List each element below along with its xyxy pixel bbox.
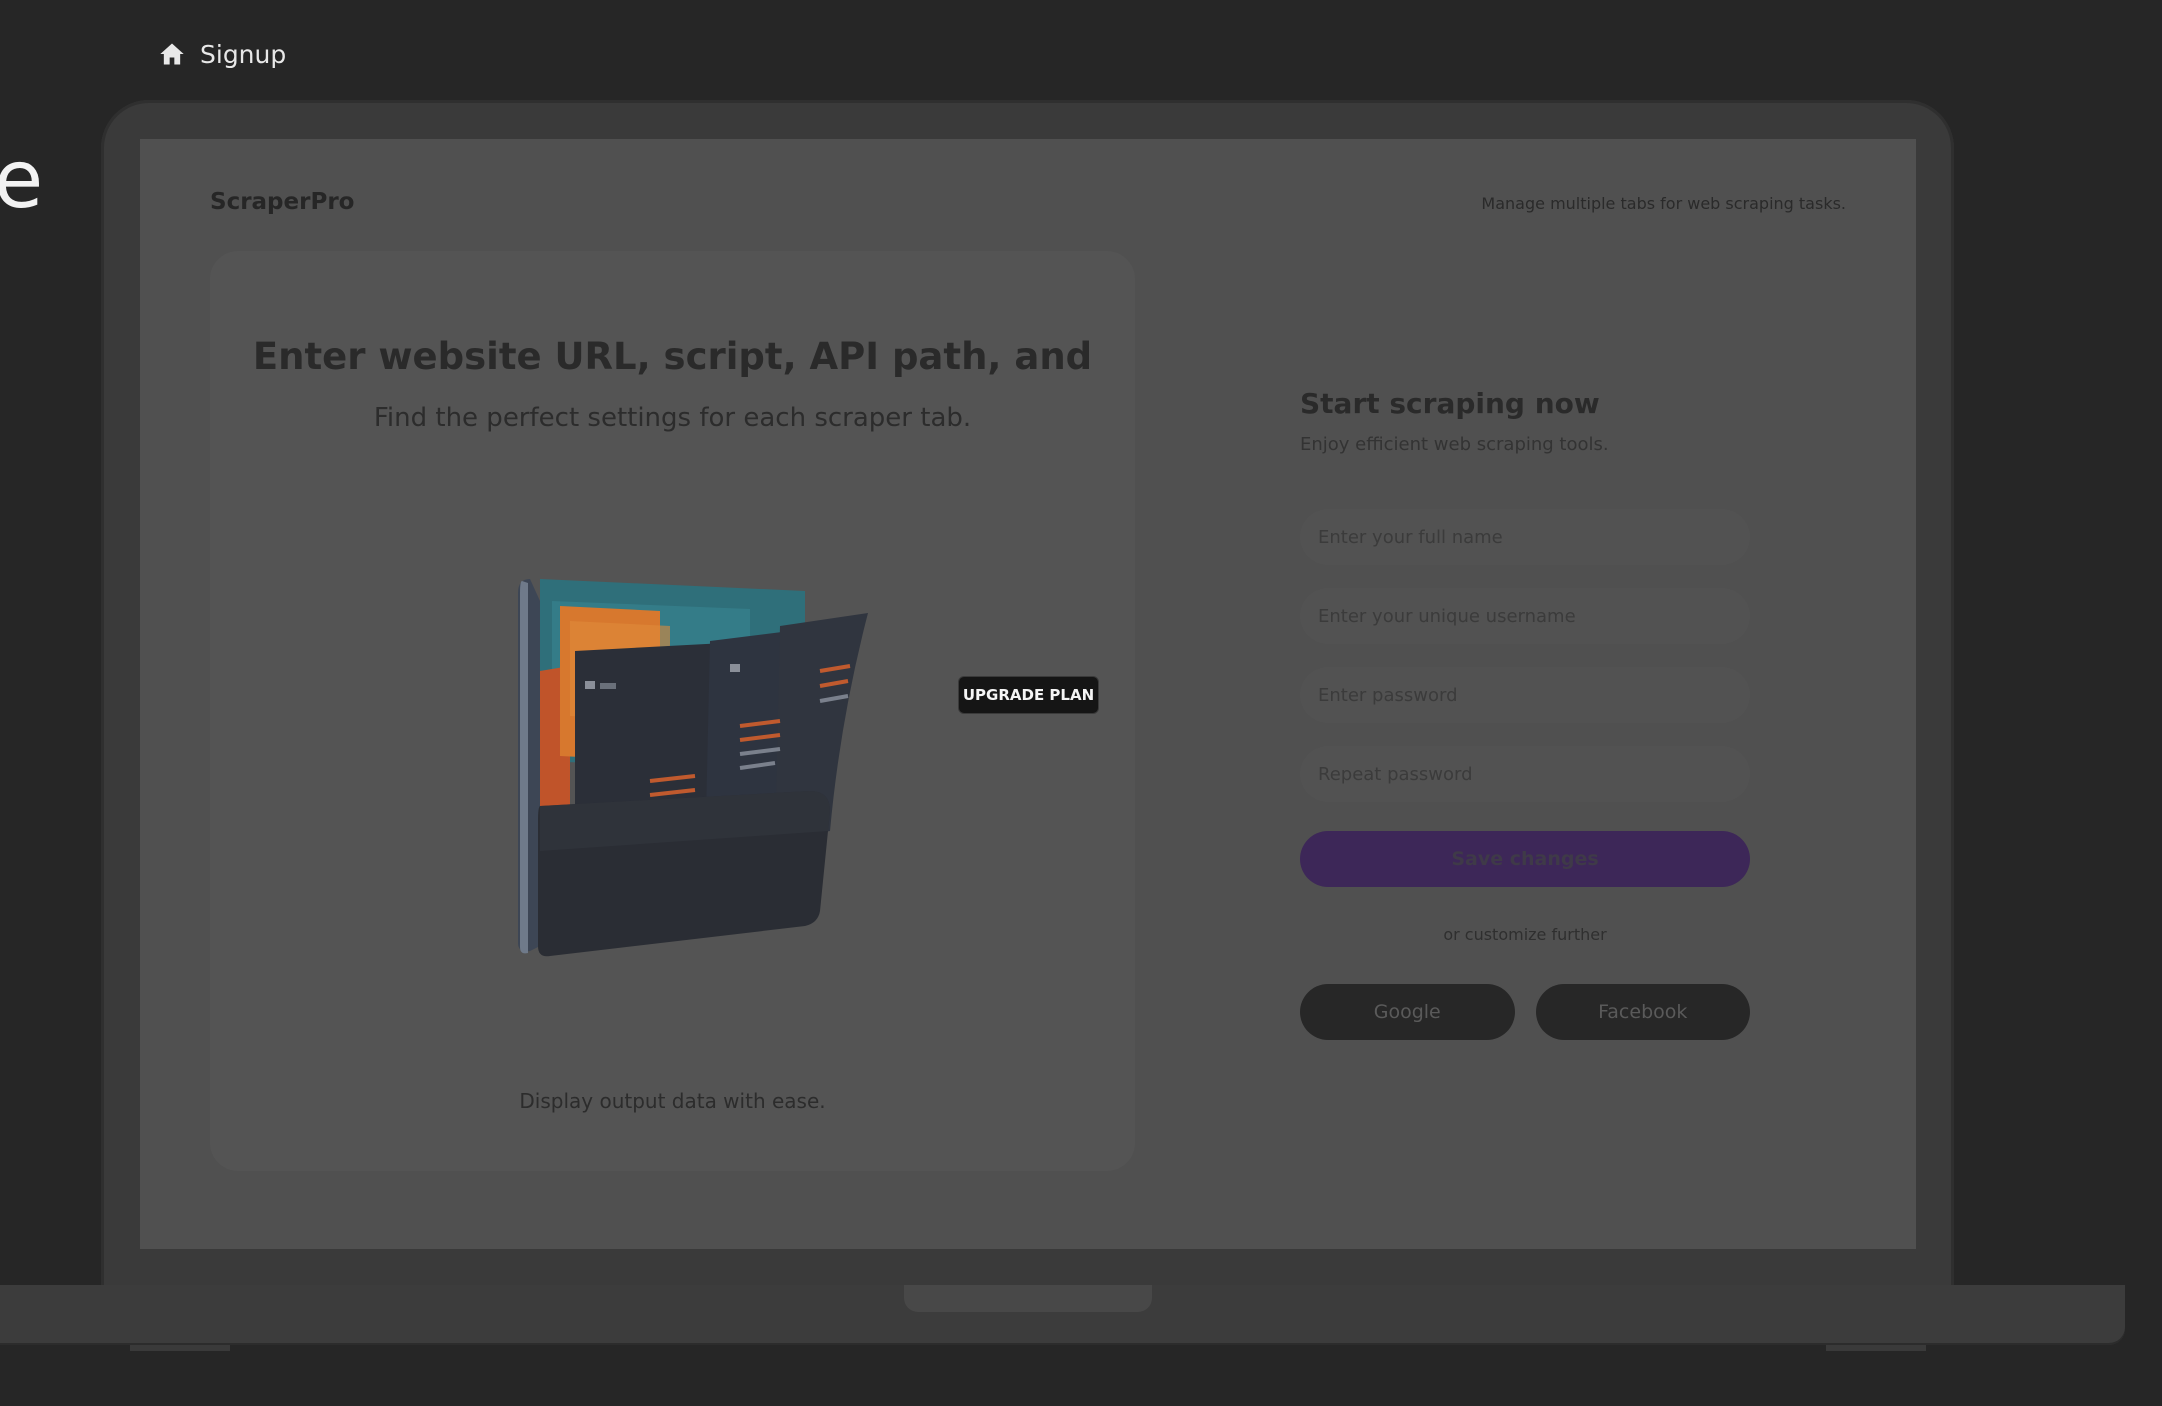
full-name-input[interactable]: [1300, 509, 1750, 565]
clipped-heading-fragment: e: [0, 133, 44, 226]
facebook-button[interactable]: Facebook: [1535, 984, 1750, 1040]
home-icon: [160, 43, 184, 65]
app-tagline: Manage multiple tabs for web scraping ta…: [1481, 194, 1846, 213]
hero-title: Enter website URL, script, API path, and: [252, 335, 1093, 378]
repeat-password-input[interactable]: [1300, 746, 1750, 802]
hero-subtitle: Find the perfect settings for each scrap…: [373, 403, 972, 433]
username-input[interactable]: [1300, 588, 1750, 644]
save-changes-button[interactable]: Save changes: [1300, 831, 1750, 887]
breadcrumb-label: Signup: [200, 39, 287, 69]
laptop-foot-left: [130, 1345, 230, 1351]
social-buttons: Google Facebook: [1300, 984, 1750, 1040]
password-input[interactable]: [1300, 667, 1750, 723]
laptop-notch: [904, 1285, 1152, 1312]
signup-form: Start scraping now Enjoy efficient web s…: [1300, 387, 1750, 1040]
upgrade-plan-button[interactable]: UPGRADE PLAN: [958, 676, 1099, 714]
laptop-screen: ScraperPro Manage multiple tabs for web …: [140, 139, 1916, 1249]
divider-text: or customize further: [1443, 925, 1607, 944]
brand-logo: ScraperPro: [210, 189, 355, 215]
form-subtitle: Enjoy efficient web scraping tools.: [1300, 434, 1609, 455]
google-button[interactable]: Google: [1300, 984, 1515, 1040]
input-group: [1300, 509, 1750, 802]
folder-illustration: [518, 579, 868, 957]
breadcrumb[interactable]: Signup: [158, 36, 286, 72]
form-title: Start scraping now: [1300, 387, 1600, 420]
hero-caption: Display output data with ease.: [519, 1089, 826, 1113]
laptop-foot-right: [1826, 1345, 1926, 1351]
